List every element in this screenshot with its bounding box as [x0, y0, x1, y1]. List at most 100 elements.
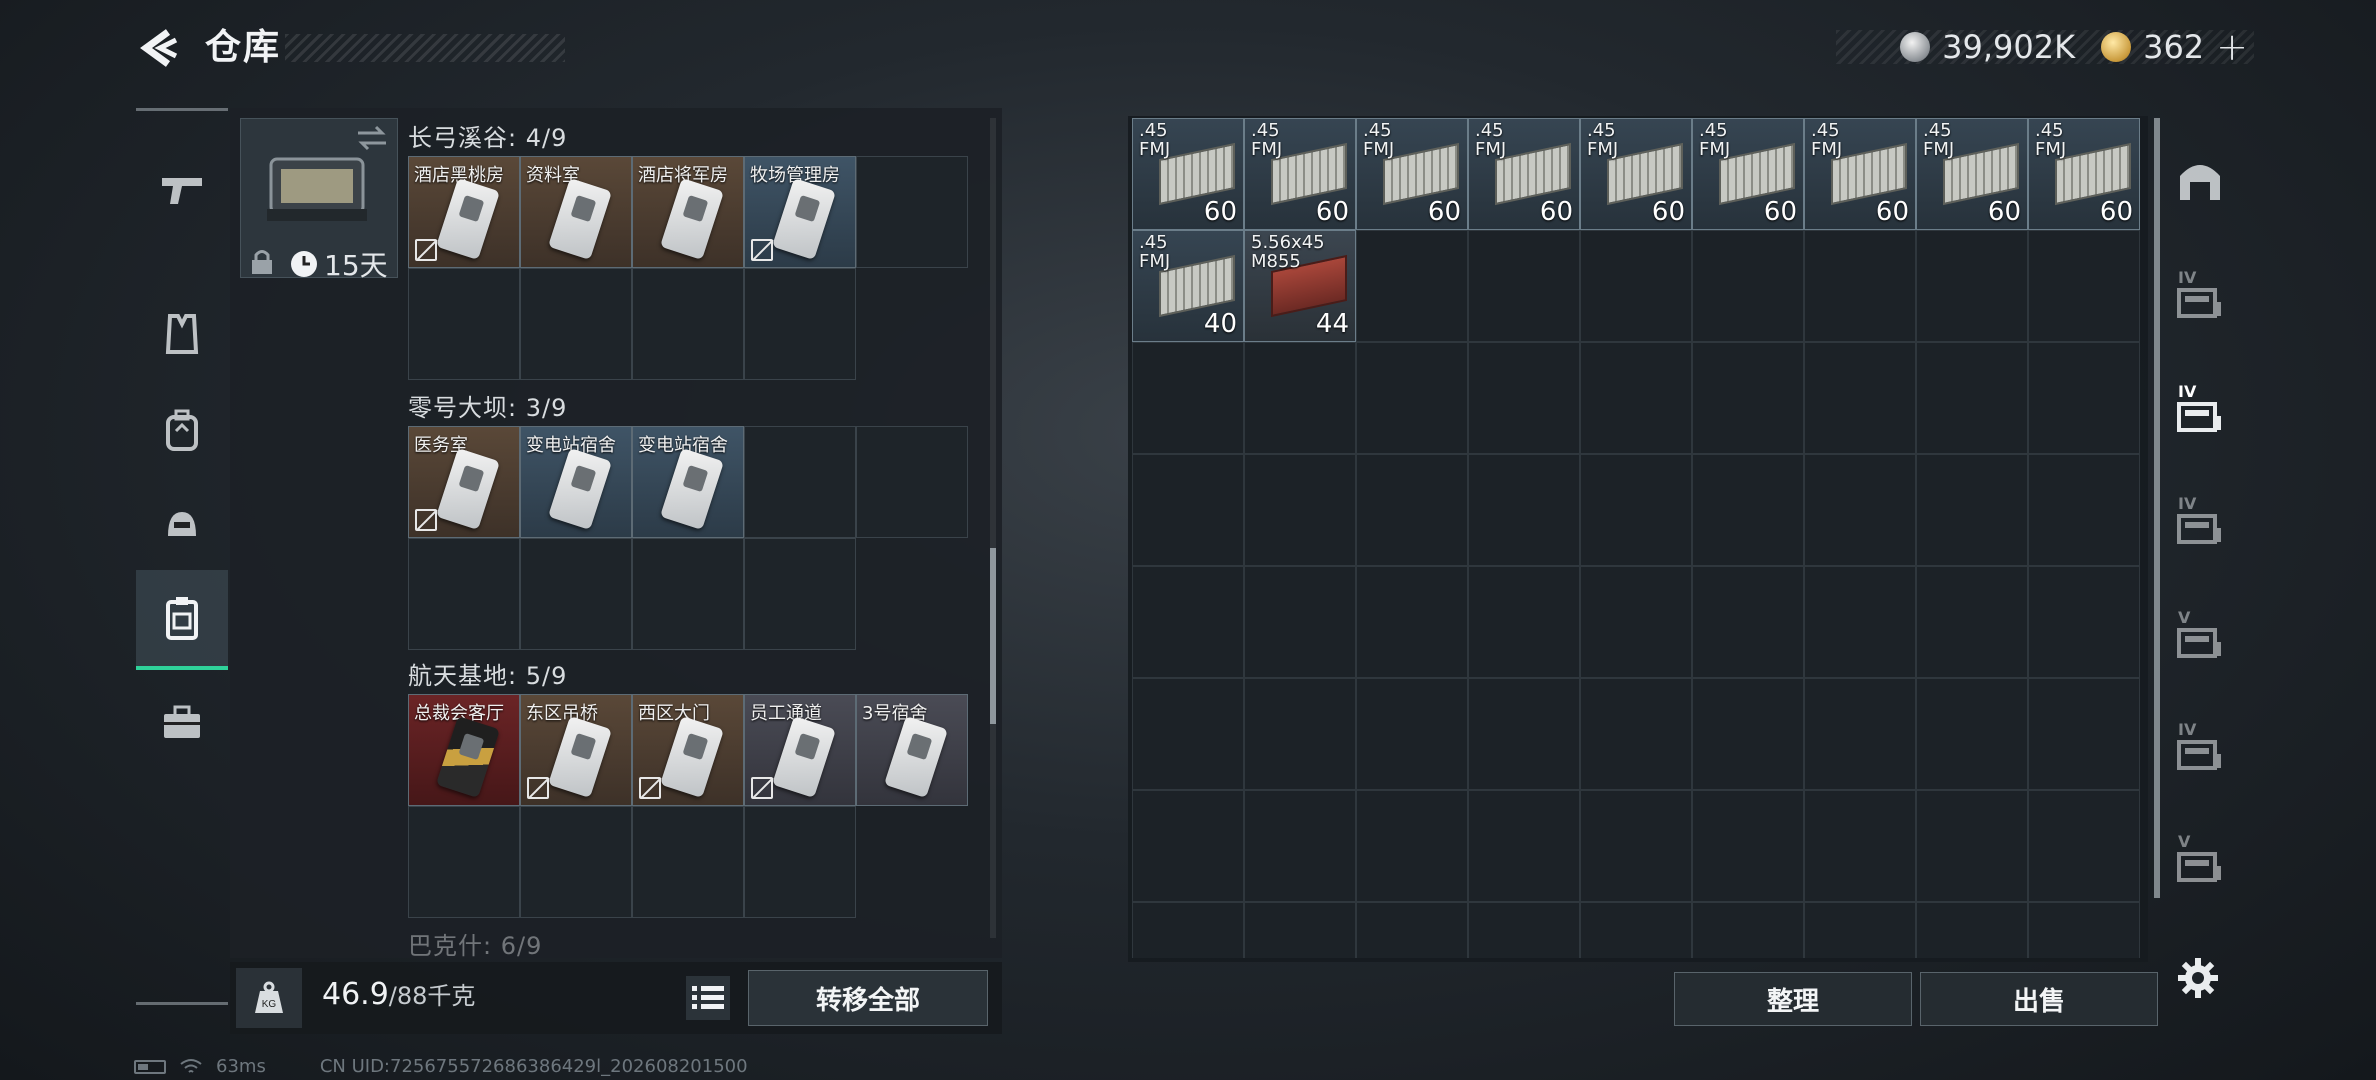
stash-slot[interactable]	[1692, 454, 1804, 566]
list-view-button[interactable]	[686, 976, 730, 1020]
stash-slot[interactable]	[1580, 678, 1692, 790]
key-slot[interactable]	[744, 426, 856, 538]
stash-slot[interactable]	[1356, 230, 1468, 342]
stash-slot[interactable]	[1244, 342, 1356, 454]
keycard-item[interactable]: 员工通道	[744, 694, 856, 806]
keycard-item[interactable]: 资料室	[520, 156, 632, 268]
stash-slot[interactable]	[2028, 902, 2140, 958]
ammo-item[interactable]: .45 FMJ 60	[1356, 118, 1468, 230]
key-slot[interactable]	[632, 538, 744, 650]
stash-slot[interactable]	[1692, 230, 1804, 342]
stash-slot[interactable]	[2028, 566, 2140, 678]
stash-slot[interactable]	[1244, 566, 1356, 678]
keycard-item[interactable]: 3号宿舍	[856, 694, 968, 806]
stash-slot[interactable]	[2028, 342, 2140, 454]
stash-slot[interactable]	[1580, 790, 1692, 902]
stash-slot[interactable]	[1580, 230, 1692, 342]
nav-weapons[interactable]	[136, 140, 228, 240]
swap-icon[interactable]	[356, 124, 388, 156]
stash-slot[interactable]	[1916, 902, 2028, 958]
ammo-item[interactable]: .45 FMJ 60	[1804, 118, 1916, 230]
key-slot[interactable]	[632, 806, 744, 918]
back-button[interactable]	[130, 22, 190, 74]
keycard-item[interactable]: 酒店黑桃房	[408, 156, 520, 268]
keycard-item[interactable]: 西区大门	[632, 694, 744, 806]
stash-slot[interactable]	[1804, 454, 1916, 566]
stash-page-3[interactable]: IV	[2160, 372, 2240, 452]
stash-slot[interactable]	[1580, 342, 1692, 454]
stash-slot[interactable]	[1804, 566, 1916, 678]
key-slot[interactable]	[744, 806, 856, 918]
stash-slot[interactable]	[1356, 566, 1468, 678]
key-slot[interactable]	[744, 268, 856, 380]
stash-slot[interactable]	[1580, 454, 1692, 566]
stash-slot[interactable]	[1132, 678, 1244, 790]
key-slot[interactable]	[408, 268, 520, 380]
key-slot[interactable]	[632, 268, 744, 380]
stash-page-6[interactable]: IV	[2160, 710, 2240, 790]
stash-slot[interactable]	[1468, 678, 1580, 790]
key-slot[interactable]	[408, 806, 520, 918]
keycard-item[interactable]: 酒店将军房	[632, 156, 744, 268]
key-slot[interactable]	[856, 426, 968, 538]
stash-slot[interactable]	[1692, 342, 1804, 454]
settings-button[interactable]	[2170, 950, 2226, 1006]
stash-slot[interactable]	[1356, 342, 1468, 454]
stash-slot[interactable]	[1916, 790, 2028, 902]
ammo-item[interactable]: .45 FMJ 60	[1468, 118, 1580, 230]
stash-slot[interactable]	[1804, 678, 1916, 790]
ammo-item[interactable]: .45 FMJ 60	[1244, 118, 1356, 230]
ammo-item[interactable]: .45 FMJ 60	[1580, 118, 1692, 230]
stash-slot[interactable]	[1132, 566, 1244, 678]
stash-page-7[interactable]: V	[2160, 822, 2240, 902]
stash-slot[interactable]	[1580, 566, 1692, 678]
ammo-item[interactable]: .45 FMJ 60	[2028, 118, 2140, 230]
stash-slot[interactable]	[1132, 790, 1244, 902]
stash-slot[interactable]	[1132, 454, 1244, 566]
nav-keycards[interactable]	[136, 570, 228, 670]
stash-slot[interactable]	[1692, 678, 1804, 790]
key-slot[interactable]	[520, 806, 632, 918]
stash-slot[interactable]	[2028, 454, 2140, 566]
stash-slot[interactable]	[1244, 454, 1356, 566]
stash-slot[interactable]	[1916, 678, 2028, 790]
nav-helmet[interactable]	[136, 476, 228, 576]
stash-slot[interactable]	[1692, 566, 1804, 678]
stash-slot[interactable]	[1804, 342, 1916, 454]
ammo-item[interactable]: .45 FMJ 40	[1132, 230, 1244, 342]
stash-slot[interactable]	[1580, 902, 1692, 958]
key-slot[interactable]	[744, 538, 856, 650]
stash-slot[interactable]	[2028, 678, 2140, 790]
stash-slot[interactable]	[1244, 678, 1356, 790]
stash-slot[interactable]	[1916, 566, 2028, 678]
stash-slot[interactable]	[2028, 790, 2140, 902]
keycard-item[interactable]: 变电站宿舍	[520, 426, 632, 538]
nav-backpack[interactable]	[136, 380, 228, 480]
ammo-item[interactable]: .45 FMJ 60	[1692, 118, 1804, 230]
ammo-item[interactable]: 5.56x45 M855 44	[1244, 230, 1356, 342]
nav-toolbox[interactable]	[136, 672, 228, 772]
key-slot[interactable]	[408, 538, 520, 650]
stash-slot[interactable]	[1468, 342, 1580, 454]
stash-page-1[interactable]	[2160, 140, 2240, 220]
stash-slot[interactable]	[1244, 790, 1356, 902]
keycard-item[interactable]: 牧场管理房	[744, 156, 856, 268]
keycard-item[interactable]: 东区吊桥	[520, 694, 632, 806]
stash-slot[interactable]	[1692, 902, 1804, 958]
stash-slot[interactable]	[1804, 790, 1916, 902]
add-currency-button[interactable]: +	[2216, 28, 2248, 66]
stash-page-4[interactable]: IV	[2160, 484, 2240, 564]
key-panel-scrollbar-track[interactable]	[990, 118, 996, 938]
ammo-item[interactable]: .45 FMJ 60	[1916, 118, 2028, 230]
stash-slot[interactable]	[1916, 230, 2028, 342]
stash-slot[interactable]	[1692, 790, 1804, 902]
stash-slot[interactable]	[1804, 902, 1916, 958]
stash-page-5[interactable]: V	[2160, 598, 2240, 678]
sell-button[interactable]: 出售	[1920, 972, 2158, 1026]
stash-slot[interactable]	[2028, 230, 2140, 342]
key-slot[interactable]	[520, 268, 632, 380]
stash-slot[interactable]	[1356, 902, 1468, 958]
stash-slot[interactable]	[1804, 230, 1916, 342]
ammo-item[interactable]: .45 FMJ 60	[1132, 118, 1244, 230]
stash-slot[interactable]	[1916, 342, 2028, 454]
